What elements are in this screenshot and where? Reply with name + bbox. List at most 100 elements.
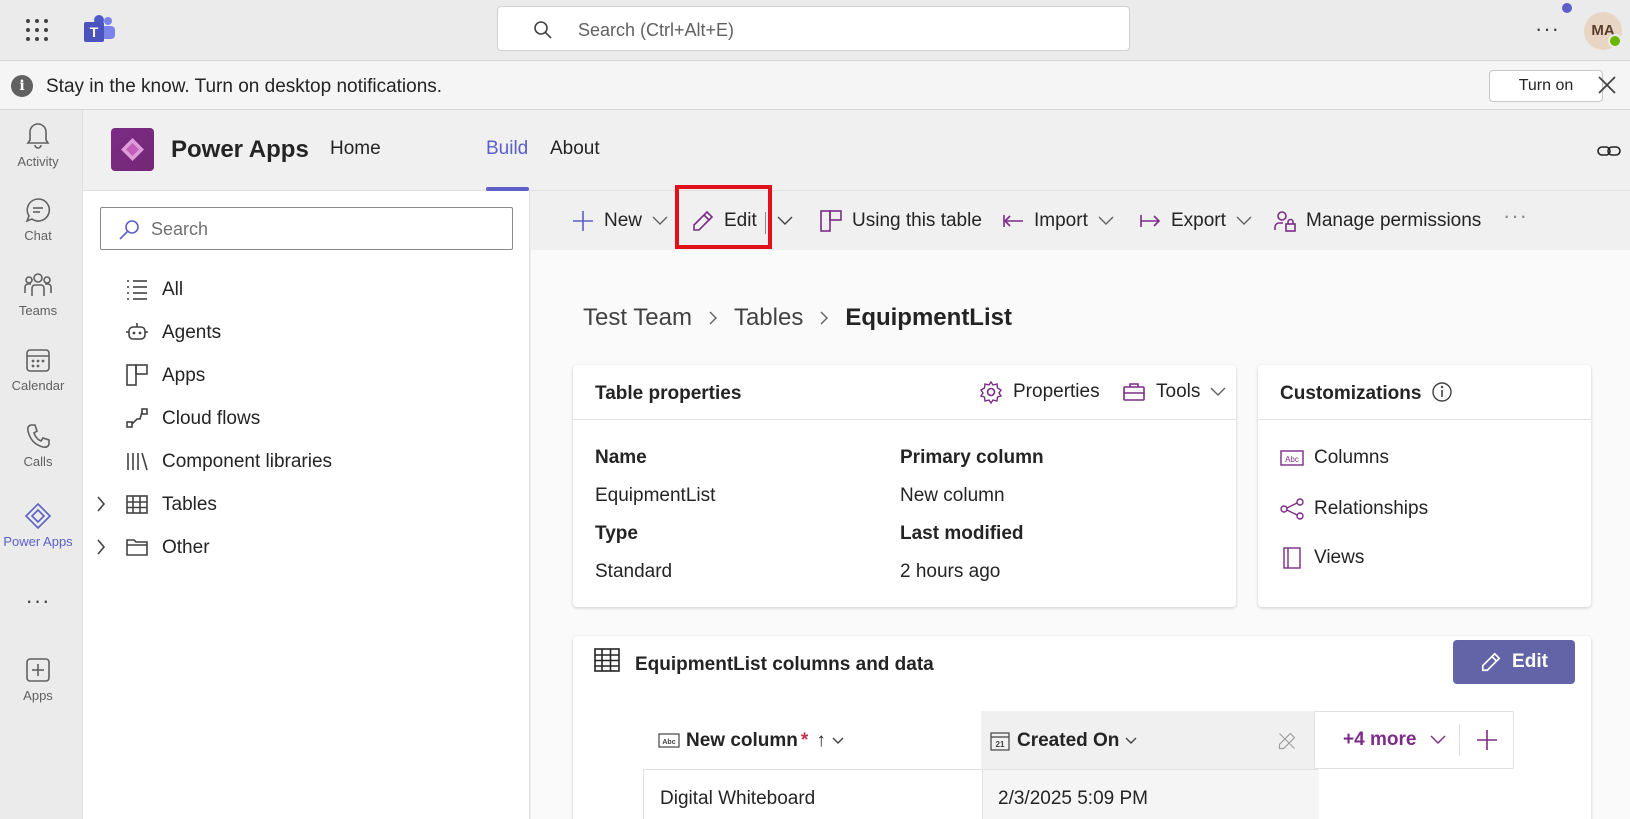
name-value: EquipmentList [595,485,716,506]
rail-item-calls[interactable]: Calls [0,422,76,469]
chevron-down-icon [1430,735,1446,745]
nav-search-input[interactable]: Search [100,207,513,250]
calendar-icon [0,346,76,374]
info-icon: i [11,75,33,97]
table-properties-card: Table properties Properties Tools Name E… [573,365,1236,607]
app-launcher-icon[interactable] [25,18,49,42]
edit-data-label: Edit [1512,651,1548,672]
svg-text:21: 21 [996,740,1005,749]
rail-item-chat[interactable]: Chat [0,196,76,243]
new-label: New [604,210,643,231]
rail-item-calendar[interactable]: Calendar [0,346,76,393]
calendar-icon: 21 [989,730,1011,752]
nav-item-label: All [162,279,184,300]
nav-item-all[interactable]: All [83,269,523,309]
nav-item-agents[interactable]: Agents [83,312,523,352]
global-search-placeholder: Search (Ctrl+Alt+E) [578,20,735,40]
rail-item-teams[interactable]: Teams [0,271,76,318]
toolbox-icon [1122,380,1156,404]
nav-item-cloud-flows[interactable]: Cloud flows [83,398,523,438]
customization-label: Relationships [1314,498,1429,519]
tab-home[interactable]: Home [330,138,381,160]
global-search-input[interactable]: Search (Ctrl+Alt+E) [497,6,1130,51]
rail-more-icon[interactable]: ··· [0,588,76,614]
rail-item-apps[interactable]: Apps [0,656,76,703]
divider [1459,724,1460,756]
svg-text:Abc: Abc [662,739,675,746]
type-value: Standard [595,561,673,582]
import-button[interactable]: Import [1001,209,1123,233]
new-button[interactable]: New [571,209,677,233]
nav-item-label: Other [162,537,210,558]
more-options-icon[interactable]: ··· [1535,16,1560,42]
chevron-down-icon [652,216,677,226]
more-columns-box: +4 more [1314,711,1514,769]
phone-icon [0,422,76,450]
edit-data-button[interactable]: Edit [1453,640,1575,684]
tools-button[interactable]: Tools [1122,380,1236,404]
using-this-table-button[interactable]: Using this table [819,209,982,233]
chevron-right-icon[interactable] [95,537,107,557]
info-icon[interactable] [1431,381,1453,403]
customization-columns[interactable]: Abc Columns [1280,447,1389,469]
nav-item-apps[interactable]: Apps [83,355,523,395]
breadcrumb-item-test-team[interactable]: Test Team [583,304,692,332]
folder-icon [125,535,149,559]
nav-item-other[interactable]: Other [83,527,523,567]
search-icon [117,218,141,242]
column-header-new-column[interactable]: Abc New column * ↑ [658,713,844,769]
nav-item-label: Tables [162,494,217,515]
nav-item-label: Cloud flows [162,408,261,429]
chevron-down-icon [1125,737,1137,745]
notification-banner: i Stay in the know. Turn on desktop noti… [0,62,1630,110]
svg-text:T: T [90,24,99,40]
link-icon[interactable] [1596,138,1622,164]
more-columns-label: +4 more [1343,729,1417,750]
more-commands-icon[interactable]: ··· [1503,203,1528,229]
nav-item-tables[interactable]: Tables [83,484,523,524]
flow-icon [125,406,149,430]
using-this-table-label: Using this table [852,210,982,231]
breadcrumb: Test Team Tables EquipmentList [583,304,1012,332]
chevron-right-icon[interactable] [95,494,107,514]
add-column-icon[interactable] [1475,728,1499,752]
chevron-down-icon [1098,216,1123,226]
app-rail: Activity Chat Teams Calendar Calls Power… [0,110,83,819]
tab-build[interactable]: Build [486,138,528,160]
left-nav-pane: Search All Agents Apps Cloud flows Compo… [83,191,530,819]
chevron-down-icon [777,216,802,226]
chevron-right-icon [819,310,829,326]
nav-item-component-libraries[interactable]: Component libraries [83,441,523,481]
close-icon[interactable] [1597,75,1617,95]
table-row[interactable]: Digital Whiteboard 2/3/2025 5:09 PM [643,769,1319,819]
column-header-created-on[interactable]: 21 Created On [989,713,1137,769]
rail-item-power-apps[interactable]: Power Apps [0,502,76,549]
properties-button[interactable]: Properties [979,380,1100,404]
apps-grid-icon [819,209,852,233]
table-properties-title: Table properties [595,383,742,404]
library-icon [125,449,149,473]
breadcrumb-current: EquipmentList [845,304,1012,331]
nav-item-label: Component libraries [162,451,333,472]
tab-about[interactable]: About [550,138,600,160]
primary-column-value: New column [900,485,1005,506]
plus-icon [571,209,604,233]
presence-available-icon [1608,34,1622,48]
cell-created-on: 2/3/2025 5:09 PM [998,788,1148,809]
customization-views[interactable]: Views [1280,546,1364,570]
abc-column-icon: Abc [658,732,680,750]
edit-dropdown-button[interactable] [777,209,802,233]
bot-icon [125,320,149,344]
turn-on-button[interactable]: Turn on [1489,70,1603,102]
more-columns-button[interactable]: +4 more [1343,729,1446,751]
column-name: New column [686,730,798,751]
teams-icon [0,271,76,299]
breadcrumb-item-tables[interactable]: Tables [734,304,803,332]
export-icon [1138,209,1171,233]
export-button[interactable]: Export [1138,209,1261,233]
power-apps-logo-icon [111,128,154,171]
customization-relationships[interactable]: Relationships [1280,497,1428,521]
manage-permissions-button[interactable]: Manage permissions [1273,209,1481,233]
rail-item-activity[interactable]: Activity [0,120,76,169]
customization-label: Views [1314,547,1365,568]
